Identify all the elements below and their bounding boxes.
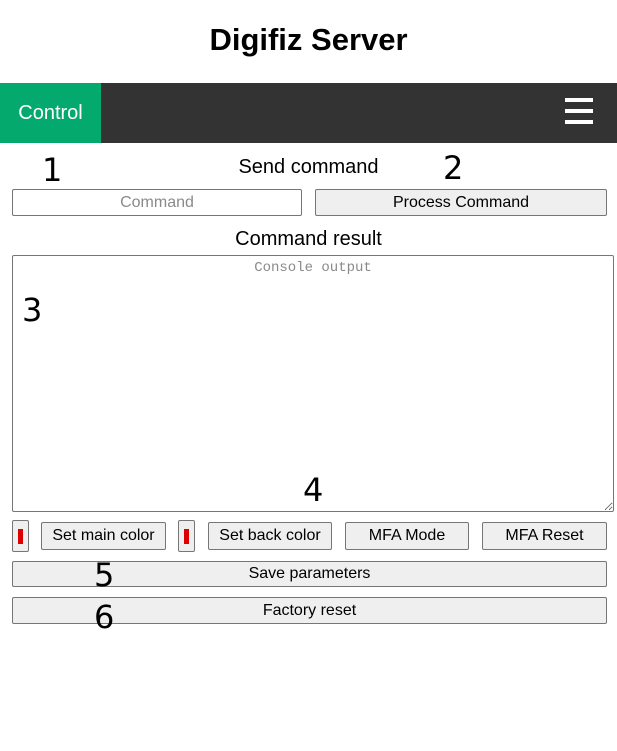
hamburger-bar (565, 98, 593, 102)
command-result-heading: Command result (235, 228, 382, 250)
hamburger-bar (565, 120, 593, 124)
main-color-picker[interactable] (12, 520, 29, 552)
nav-tab-control[interactable]: Control (0, 83, 101, 143)
annotation-marker-6: 6 (94, 598, 115, 636)
top-navbar: Control (0, 83, 617, 143)
main-color-swatch (18, 529, 23, 544)
send-command-heading: Send command (238, 156, 379, 178)
annotation-marker-5: 5 (94, 556, 115, 594)
mfa-reset-button[interactable]: MFA Reset (482, 522, 607, 550)
back-color-picker[interactable] (178, 520, 195, 552)
set-back-color-button[interactable]: Set back color (208, 522, 332, 550)
back-color-swatch (184, 529, 189, 544)
mfa-mode-button[interactable]: MFA Mode (345, 522, 469, 550)
set-main-color-button[interactable]: Set main color (41, 522, 166, 550)
annotation-marker-3: 3 (22, 291, 43, 329)
annotation-marker-1: 1 (42, 151, 63, 189)
command-input[interactable] (12, 189, 302, 216)
hamburger-menu-icon[interactable] (565, 98, 593, 124)
page-title: Digifiz Server (209, 22, 408, 57)
process-command-button[interactable]: Process Command (315, 189, 607, 216)
hamburger-bar (565, 109, 593, 113)
annotation-marker-4: 4 (303, 471, 324, 509)
annotation-marker-2: 2 (443, 149, 464, 187)
